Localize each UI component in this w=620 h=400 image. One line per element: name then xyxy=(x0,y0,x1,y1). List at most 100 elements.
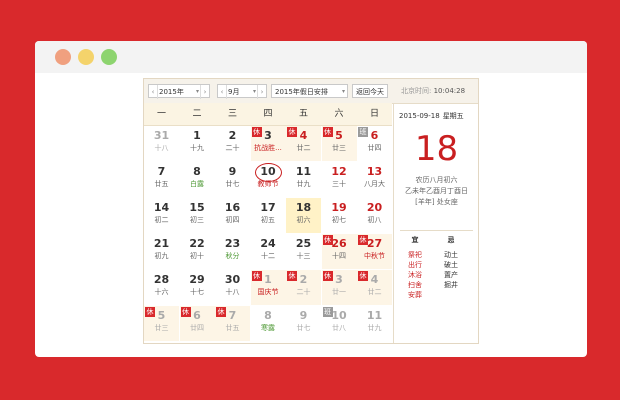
clock-time: 10:04:28 xyxy=(433,87,466,95)
day-cell[interactable]: 班 10 廿八 xyxy=(322,306,357,341)
next-month-icon[interactable]: › xyxy=(257,85,266,99)
month-select[interactable]: ‹ 9月 ▾ › xyxy=(217,84,267,99)
day-cell[interactable]: 休 2 二十 xyxy=(286,270,321,305)
suitable-item: 安葬 xyxy=(408,291,422,299)
holiday-badge: 休 xyxy=(287,271,297,281)
day-cell[interactable]: 24 十二 xyxy=(251,234,286,269)
day-cell[interactable]: 15 初三 xyxy=(180,198,215,233)
prev-month-icon[interactable]: ‹ xyxy=(218,85,227,99)
today-ring-icon xyxy=(254,163,282,182)
day-cell[interactable]: 8 寒露 xyxy=(251,306,286,341)
day-cell[interactable]: 11 廿九 xyxy=(357,306,392,341)
lunar-label: 十三 xyxy=(296,252,311,260)
day-cell[interactable]: 休 4 廿二 xyxy=(286,126,321,161)
day-cell[interactable]: 休 3 廿一 xyxy=(321,270,357,305)
holiday-badge: 休 xyxy=(287,127,297,137)
day-cell[interactable]: 25 十三 xyxy=(286,234,321,269)
back-to-today-button[interactable]: 返回今天 xyxy=(352,84,388,98)
day-cell[interactable]: 13 八月大 xyxy=(357,162,392,197)
day-cell[interactable]: 10 教师节 xyxy=(251,162,286,197)
day-cell[interactable]: 9 廿七 xyxy=(286,306,321,341)
weekday-5: 五 xyxy=(298,109,308,119)
day-number: 12 xyxy=(331,165,347,178)
day-number: 29 xyxy=(189,273,205,286)
day-cell[interactable]: 休 1 国庆节 xyxy=(250,270,286,305)
day-cell[interactable]: 2 二十 xyxy=(215,126,250,161)
day-cell[interactable]: 休 4 廿二 xyxy=(357,270,392,305)
lunar-label: 廿七 xyxy=(296,324,311,332)
selected-day-number: 18 xyxy=(414,129,459,169)
calendar-grid: 31 十八 1 十九 2 二十休 3 抗战胜... 休 4 廿二休 5 廿三班 6 廿四 7 廿五 8 白露 9 廿七 1… xyxy=(144,126,392,342)
year-select[interactable]: ‹ 2015年 ▾ › xyxy=(148,84,210,99)
day-cell[interactable]: 14 初二 xyxy=(144,198,179,233)
day-cell[interactable]: 休 7 廿五 xyxy=(215,306,250,341)
day-cell[interactable]: 30 十八 xyxy=(215,270,250,305)
lunar-label: 初二 xyxy=(154,216,169,224)
day-cell[interactable]: 休 6 廿四 xyxy=(179,306,215,341)
zodiac-info: [羊年] 处女座 xyxy=(415,198,458,206)
day-cell[interactable]: 7 廿五 xyxy=(144,162,179,197)
day-cell[interactable]: 休 3 抗战胜... xyxy=(250,126,286,161)
lunar-label: 廿二 xyxy=(367,288,382,296)
holiday-badge: 休 xyxy=(358,235,368,245)
day-cell[interactable]: 19 初七 xyxy=(322,198,357,233)
workday-badge: 班 xyxy=(322,307,333,317)
day-cell[interactable]: 21 初九 xyxy=(144,234,179,269)
lunar-label: 廿九 xyxy=(367,324,382,332)
day-cell[interactable]: 12 三十 xyxy=(322,162,357,197)
holiday-badge: 休 xyxy=(322,127,333,137)
avoid-item: 动土 xyxy=(444,251,458,259)
lunar-label: 廿二 xyxy=(296,144,311,152)
lunar-label: 十八 xyxy=(154,144,169,152)
next-year-icon[interactable]: › xyxy=(200,85,209,99)
avoid-list: 忌 动土 破土 置产 掘井 xyxy=(436,235,466,290)
ganzhi-date: 乙未年乙酉月丁酉日 xyxy=(405,187,468,195)
day-cell[interactable]: 休 27 中秋节 xyxy=(357,234,392,269)
day-cell[interactable]: 18 初六 xyxy=(286,198,321,233)
close-dot-icon[interactable] xyxy=(55,49,71,65)
day-number: 2 xyxy=(228,129,237,142)
day-number: 20 xyxy=(366,201,383,214)
day-cell[interactable]: 1 十九 xyxy=(180,126,215,161)
day-cell[interactable]: 休 5 廿三 xyxy=(321,126,357,161)
holiday-badge: 休 xyxy=(322,235,333,245)
day-cell[interactable]: 8 白露 xyxy=(180,162,215,197)
holiday-badge: 休 xyxy=(180,307,191,317)
lunar-label: 三十 xyxy=(332,180,346,188)
day-cell[interactable]: 16 初四 xyxy=(215,198,250,233)
day-number: 8 xyxy=(193,165,201,178)
lunar-label: 抗战胜... xyxy=(254,144,282,152)
day-cell[interactable]: 23 秋分 xyxy=(215,234,250,269)
day-cell[interactable]: 休 5 廿三 xyxy=(144,306,179,341)
selected-date-value: 2015-09-18 xyxy=(399,112,440,120)
lunar-label: 廿五 xyxy=(225,324,240,332)
lunar-label: 二十 xyxy=(296,288,311,296)
lunar-label: 廿三 xyxy=(154,324,169,332)
day-cell[interactable]: 休 26 十四 xyxy=(321,234,357,269)
selected-date: 2015-09-18 星期五 xyxy=(399,111,467,121)
day-cell[interactable]: 11 廿九 xyxy=(286,162,321,197)
day-cell[interactable]: 28 十六 xyxy=(144,270,179,305)
minimize-dot-icon[interactable] xyxy=(78,49,94,65)
selected-weekday: 星期五 xyxy=(442,112,464,120)
day-cell[interactable]: 17 初五 xyxy=(251,198,286,233)
day-number: 30 xyxy=(224,273,241,286)
day-number: 21 xyxy=(153,237,170,250)
day-cell[interactable]: 29 十七 xyxy=(180,270,215,305)
day-number: 9 xyxy=(228,165,237,178)
day-number: 8 xyxy=(264,309,272,322)
day-cell[interactable]: 31 十八 xyxy=(144,126,179,161)
lunar-label: 初七 xyxy=(332,216,346,224)
divider xyxy=(400,230,473,231)
day-cell[interactable]: 20 初八 xyxy=(357,198,392,233)
day-number: 9 xyxy=(299,309,308,322)
chevron-down-icon: ▾ xyxy=(195,88,199,95)
day-cell[interactable]: 22 初十 xyxy=(180,234,215,269)
maximize-dot-icon[interactable] xyxy=(101,49,117,65)
prev-year-icon[interactable]: ‹ xyxy=(149,85,158,99)
weekday-3: 三 xyxy=(227,109,237,119)
day-cell[interactable]: 班 6 廿四 xyxy=(357,126,392,161)
day-cell[interactable]: 9 廿七 xyxy=(215,162,250,197)
holiday-select[interactable]: 2015年假日安排 ▾ xyxy=(271,84,348,98)
holiday-badge: 休 xyxy=(145,307,155,317)
